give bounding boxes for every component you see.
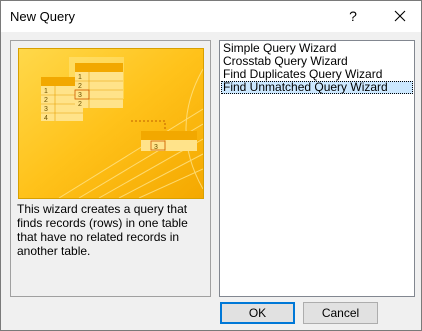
left-row-1: 1 (44, 88, 48, 95)
left-row-3: 3 (44, 106, 48, 113)
middle-row-2: 2 (78, 83, 82, 90)
wizard-illustration: 1 2 3 4 1 2 3 2 3 (18, 48, 204, 199)
left-row-2: 2 (44, 97, 48, 104)
left-row-4: 4 (44, 115, 48, 122)
dialog-title: New Query (10, 9, 76, 24)
ok-button[interactable]: OK (220, 302, 295, 324)
middle-table-graphic: 1 2 3 2 (74, 63, 123, 108)
close-icon (394, 10, 406, 22)
close-button[interactable] (381, 1, 419, 32)
help-icon: ? (349, 8, 357, 24)
wizard-description: This wizard creates a query that finds r… (17, 202, 188, 258)
new-query-dialog: New Query ? 1 2 3 4 1 2 3 2 3 This wizar… (0, 0, 422, 331)
middle-row-3: 3 (78, 92, 82, 99)
wizard-list[interactable]: Simple Query Wizard Crosstab Query Wizar… (219, 40, 415, 297)
wizard-preview-panel: 1 2 3 4 1 2 3 2 3 This wizard creates a … (10, 40, 211, 297)
title-bar: New Query ? (1, 1, 421, 32)
cancel-button[interactable]: Cancel (303, 302, 378, 324)
list-item-find-unmatched-query-wizard[interactable]: Find Unmatched Query Wizard (221, 81, 413, 94)
result-table-graphic: 3 (141, 131, 197, 151)
middle-row-1: 1 (78, 74, 82, 81)
help-button[interactable]: ? (334, 1, 372, 32)
middle-row-4: 2 (78, 101, 82, 108)
result-row-value: 3 (154, 144, 158, 151)
